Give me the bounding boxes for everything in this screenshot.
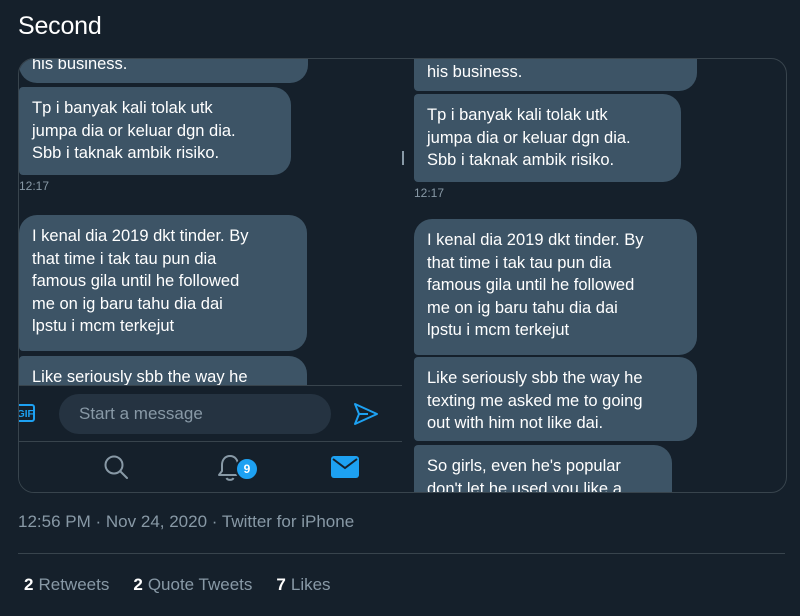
dm-screenshot-right: his business. Tp i banyak kali tolak utk… <box>414 59 786 492</box>
retweets-count: 2 <box>24 575 34 594</box>
quote-tweets-label: Quote Tweets <box>147 575 253 594</box>
tweet-metadata: 12:56 PM · Nov 24, 2020 · Twitter for iP… <box>18 512 354 532</box>
dm-screenshot-left: his business. Tp i banyak kali tolak utk… <box>19 59 402 492</box>
message-timestamp: 12:17 <box>414 186 445 200</box>
message-bubble: I kenal dia 2019 dkt tinder. By that tim… <box>19 215 307 351</box>
message-bubble: So girls, even he's popular don't let he… <box>414 445 672 492</box>
meta-separator: · <box>211 512 218 531</box>
send-icon[interactable] <box>353 402 379 431</box>
meta-separator: · <box>95 512 102 531</box>
mail-icon[interactable] <box>331 456 359 483</box>
divider <box>18 553 785 554</box>
retweets-label: Retweets <box>38 575 110 594</box>
message-composer: GIF <box>19 385 402 442</box>
quote-tweets-count: 2 <box>133 575 143 594</box>
message-bubble: Tp i banyak kali tolak utk jumpa dia or … <box>19 87 291 175</box>
message-timestamp: 12:17 <box>19 179 50 193</box>
message-bubble: Tp i banyak kali tolak utk jumpa dia or … <box>414 94 681 182</box>
gif-icon[interactable]: GIF <box>19 404 35 422</box>
tweet-time[interactable]: 12:56 PM <box>18 512 91 531</box>
likes-label: Likes <box>290 575 331 594</box>
search-icon[interactable] <box>103 454 129 485</box>
cursor-divider <box>402 151 404 165</box>
retweets-stat[interactable]: 2 Retweets <box>24 575 109 595</box>
message-input[interactable] <box>59 394 331 434</box>
message-bubble: his business. <box>414 59 697 91</box>
message-bubble: I kenal dia 2019 dkt tinder. By that tim… <box>414 219 697 355</box>
likes-count: 7 <box>276 575 286 594</box>
bottom-tab-bar <box>19 441 402 492</box>
likes-stat[interactable]: 7 Likes <box>276 575 330 595</box>
tweet-stats: 2 Retweets 2 Quote Tweets 7 Likes <box>24 575 331 595</box>
message-bubble: his business. <box>19 59 308 83</box>
quote-tweets-stat[interactable]: 2 Quote Tweets <box>133 575 252 595</box>
tweet-text: Second <box>18 12 102 40</box>
tweet-source[interactable]: Twitter for iPhone <box>222 512 354 531</box>
message-bubble: Like seriously sbb the way he texting me… <box>414 357 697 441</box>
tweet-date[interactable]: Nov 24, 2020 <box>106 512 207 531</box>
notification-badge: 9 <box>235 457 259 481</box>
tweet-media-image[interactable]: his business. Tp i banyak kali tolak utk… <box>18 58 787 493</box>
